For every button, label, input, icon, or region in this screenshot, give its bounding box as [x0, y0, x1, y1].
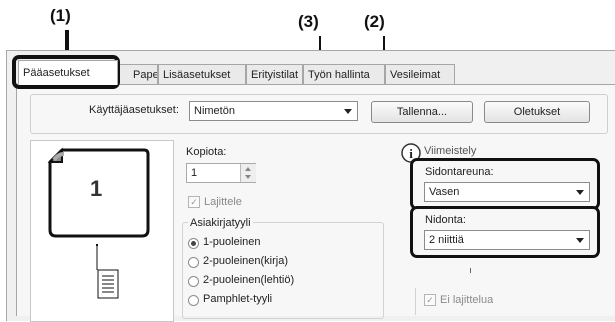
- binding-edge-label: Sidontareuna:: [425, 166, 494, 178]
- chevron-down-icon: [576, 190, 584, 195]
- copies-spin-buttons[interactable]: [240, 164, 256, 182]
- tab-paper-label: Paperi: [133, 69, 157, 81]
- tab-advanced[interactable]: Lisäasetukset: [158, 64, 246, 84]
- staple-select[interactable]: 2 niittiä: [424, 230, 590, 250]
- radio-2-sided-book-label: 2-puoleinen(kirja): [203, 255, 288, 267]
- save-button[interactable]: Tallenna...: [371, 101, 473, 123]
- spin-up-icon[interactable]: [245, 167, 251, 171]
- radio-pamphlet[interactable]: [188, 295, 199, 306]
- user-settings-select[interactable]: Nimetön: [189, 101, 358, 121]
- radio-2-sided-tablet[interactable]: [188, 276, 199, 287]
- chevron-down-icon: [576, 238, 584, 243]
- radio-1-sided[interactable]: [188, 238, 199, 249]
- separator-mark: [470, 268, 471, 273]
- radio-pamphlet-label: Pamphlet-tyyli: [203, 293, 273, 305]
- user-settings-label: Käyttäjäasetukset:: [89, 104, 179, 116]
- defaults-button[interactable]: Oletukset: [484, 101, 590, 123]
- tab-paper[interactable]: Paperi: [118, 64, 158, 84]
- tab-special-modes[interactable]: Erityistilat: [246, 64, 303, 84]
- offset-group-border: [415, 288, 416, 315]
- preview-page-number: 1: [90, 176, 103, 201]
- document-style-label: Asiakirjatyyli: [188, 217, 253, 229]
- tab-job-handling[interactable]: Työn hallinta: [303, 64, 385, 84]
- chevron-down-icon: [344, 109, 352, 114]
- offset-label: Ei lajittelua: [440, 294, 494, 306]
- user-settings-value: Nimetön: [194, 105, 235, 117]
- copies-label: Kopiota:: [186, 146, 227, 158]
- binding-edge-select[interactable]: Vasen: [424, 182, 590, 202]
- staple-value: 2 niittiä: [429, 234, 464, 246]
- binding-edge-value: Vasen: [429, 186, 460, 198]
- copies-value: 1: [191, 167, 198, 179]
- spin-down-icon[interactable]: [245, 175, 251, 179]
- collate-label: Lajittele: [204, 196, 242, 208]
- staple-label: Nidonta:: [425, 214, 466, 226]
- staple-preview-icon: [96, 244, 119, 299]
- radio-2-sided-tablet-label: 2-puoleinen(lehtiö): [203, 274, 295, 286]
- collate-checkbox[interactable]: ✓: [188, 196, 200, 208]
- offset-checkbox[interactable]: ✓: [424, 294, 436, 306]
- tab-main[interactable]: Pääasetukset: [18, 60, 118, 85]
- tab-watermarks[interactable]: Vesileimat: [385, 64, 455, 84]
- radio-1-sided-label: 1-puoleinen: [203, 236, 261, 248]
- finishing-label: Viimeistely: [424, 145, 477, 157]
- radio-2-sided-book[interactable]: [188, 257, 199, 268]
